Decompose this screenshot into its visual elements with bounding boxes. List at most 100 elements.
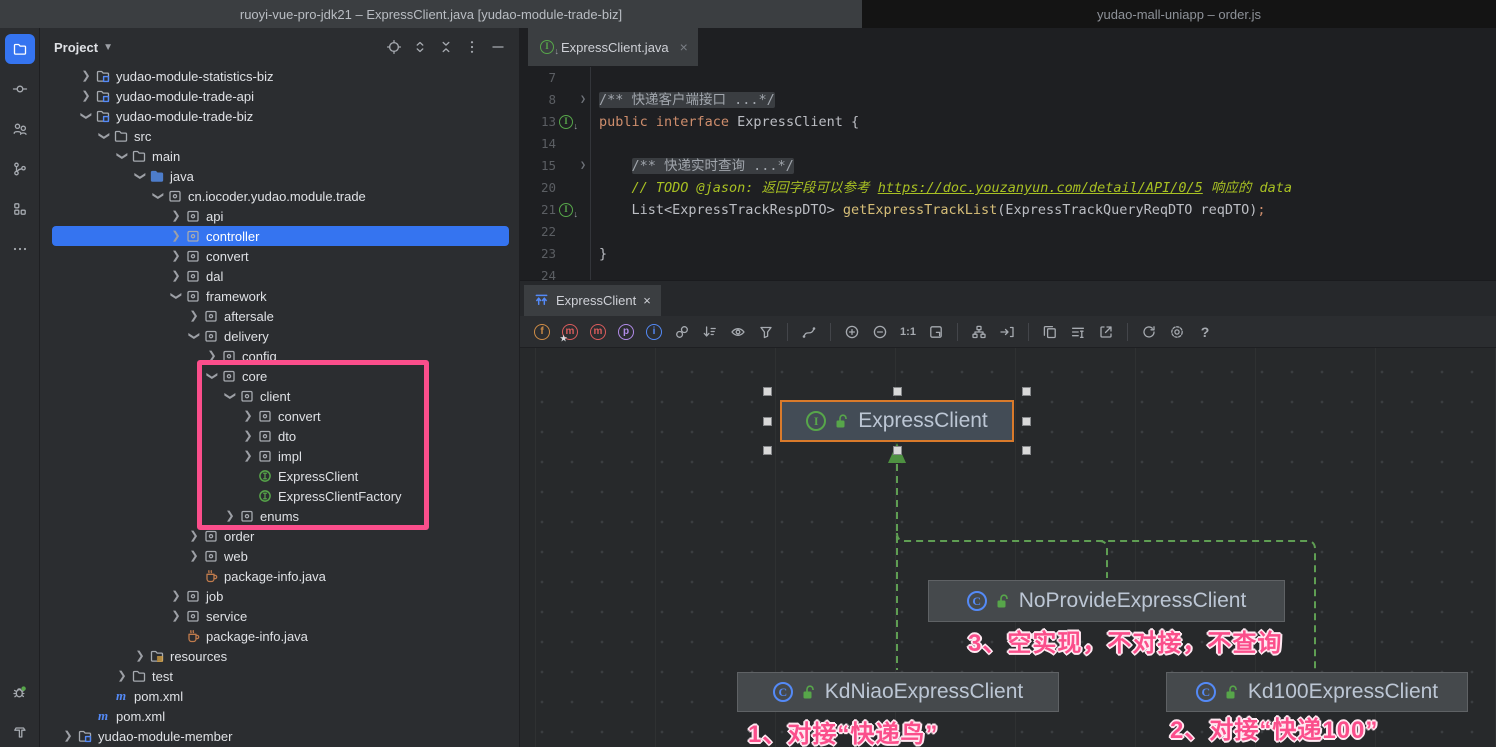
selection-handle[interactable] (893, 446, 902, 455)
chevron-collapsed-icon[interactable]: ❯ (240, 448, 256, 464)
chevron-collapsed-icon[interactable]: ❯ (204, 348, 220, 364)
chevron-collapsed-icon[interactable]: ❯ (132, 648, 148, 664)
collapse-all-icon[interactable] (435, 36, 457, 58)
commit-icon[interactable] (5, 74, 35, 104)
fields-toggle[interactable]: f (530, 320, 554, 344)
refresh-icon[interactable] (1137, 320, 1161, 344)
chevron-collapsed-icon[interactable]: ❯ (168, 208, 184, 224)
tree-item-yudao-module-member[interactable]: ❯yudao-module-member (40, 726, 519, 746)
visibility-icon[interactable] (726, 320, 750, 344)
tree-item-src[interactable]: ❯src (40, 126, 519, 146)
close-icon[interactable]: × (643, 293, 651, 308)
edge-creation-icon[interactable] (797, 320, 821, 344)
chevron-collapsed-icon[interactable]: ❯ (168, 268, 184, 284)
fit-content-icon[interactable] (924, 320, 948, 344)
chevron-collapsed-icon[interactable]: ❯ (240, 428, 256, 444)
tree-item-java[interactable]: ❯java (40, 166, 519, 186)
settings-icon[interactable] (1165, 320, 1189, 344)
dependencies-icon[interactable] (670, 320, 694, 344)
help-button[interactable]: ? (1193, 320, 1217, 344)
implemented-by-gutter-icon[interactable]: I (556, 199, 576, 221)
selection-handle[interactable] (1022, 417, 1031, 426)
project-panel-title[interactable]: Project (54, 40, 98, 55)
tree-item-delivery[interactable]: ❯delivery (40, 326, 519, 346)
close-icon[interactable]: × (680, 39, 688, 55)
tree-item-web[interactable]: ❯web (40, 546, 519, 566)
tree-item-convert[interactable]: ❯convert (40, 246, 519, 266)
chevron-collapsed-icon[interactable]: ❯ (114, 668, 130, 684)
tree-item-package-info-java[interactable]: package-info.java (40, 626, 519, 646)
chevron-collapsed-icon[interactable]: ❯ (186, 528, 202, 544)
methods-toggle[interactable]: m (586, 320, 610, 344)
chevron-expanded-icon[interactable]: ❯ (204, 368, 220, 384)
chevron-collapsed-icon[interactable]: ❯ (240, 408, 256, 424)
chevron-expanded-icon[interactable]: ❯ (114, 148, 130, 164)
tree-item-test[interactable]: ❯test (40, 666, 519, 686)
fold-chevron-icon[interactable]: ❯ (576, 89, 590, 111)
chevron-collapsed-icon[interactable]: ❯ (168, 608, 184, 624)
tree-item-framework[interactable]: ❯framework (40, 286, 519, 306)
selection-handle[interactable] (893, 387, 902, 396)
tree-item-main[interactable]: ❯main (40, 146, 519, 166)
constructors-toggle[interactable]: m★ (558, 320, 582, 344)
apply-layout-icon[interactable] (967, 320, 991, 344)
implemented-by-gutter-icon[interactable]: I (556, 111, 576, 133)
more-vertical-icon[interactable] (461, 36, 483, 58)
actual-size-button[interactable]: 1:1 (896, 320, 920, 344)
selection-handle[interactable] (763, 417, 772, 426)
chevron-collapsed-icon[interactable]: ❯ (78, 68, 94, 84)
git-branches-icon[interactable] (5, 154, 35, 184)
fold-chevron-icon[interactable]: ❯ (576, 155, 590, 177)
tree-item-api[interactable]: ❯api (40, 206, 519, 226)
filter-icon[interactable] (754, 320, 778, 344)
tree-item-yudao-module-trade-api[interactable]: ❯yudao-module-trade-api (40, 86, 519, 106)
more-icon[interactable] (5, 234, 35, 264)
tree-item-core[interactable]: ❯core (40, 366, 519, 386)
chevron-expanded-icon[interactable]: ❯ (78, 108, 94, 124)
structure-icon[interactable] (5, 194, 35, 224)
sort-icon[interactable] (698, 320, 722, 344)
tree-item-pom-xml[interactable]: mpom.xml (40, 706, 519, 726)
chevron-collapsed-icon[interactable]: ❯ (78, 88, 94, 104)
selection-handle[interactable] (1022, 387, 1031, 396)
tree-item-resources[interactable]: ❯resources (40, 646, 519, 666)
tree-item-expressclientfactory[interactable]: ExpressClientFactory (40, 486, 519, 506)
chevron-expanded-icon[interactable]: ❯ (222, 388, 238, 404)
tree-item-expressclient[interactable]: ExpressClient (40, 466, 519, 486)
chevron-expanded-icon[interactable]: ❯ (132, 168, 148, 184)
tree-item-impl[interactable]: ❯impl (40, 446, 519, 466)
build-hammer-icon[interactable] (5, 717, 35, 747)
tree-item-client[interactable]: ❯client (40, 386, 519, 406)
zoom-in-icon[interactable] (840, 320, 864, 344)
tree-item-package-info-java[interactable]: package-info.java (40, 566, 519, 586)
properties-toggle[interactable]: p (614, 320, 638, 344)
diagram-node-no-provide-express-client[interactable]: CNoProvideExpressClient (928, 580, 1285, 622)
project-folder-icon[interactable] (5, 34, 35, 64)
tree-item-service[interactable]: ❯service (40, 606, 519, 626)
tree-item-convert[interactable]: ❯convert (40, 406, 519, 426)
tree-item-yudao-module-statistics-biz[interactable]: ❯yudao-module-statistics-biz (40, 66, 519, 86)
tree-item-enums[interactable]: ❯enums (40, 506, 519, 526)
chevron-expanded-icon[interactable]: ❯ (150, 188, 166, 204)
selection-handle[interactable] (1022, 446, 1031, 455)
tree-item-controller[interactable]: ❯controller (40, 226, 519, 246)
diagram-node-kd100-express-client[interactable]: CKd100ExpressClient (1166, 672, 1468, 712)
selection-handle[interactable] (763, 446, 772, 455)
tree-item-dto[interactable]: ❯dto (40, 426, 519, 446)
edge-labels-icon[interactable] (1066, 320, 1090, 344)
tree-item-dal[interactable]: ❯dal (40, 266, 519, 286)
tree-item-config[interactable]: ❯config (40, 346, 519, 366)
chevron-collapsed-icon[interactable]: ❯ (222, 508, 238, 524)
chevron-collapsed-icon[interactable]: ❯ (186, 548, 202, 564)
inner-classes-toggle[interactable]: i (642, 320, 666, 344)
tree-item-order[interactable]: ❯order (40, 526, 519, 546)
route-edges-icon[interactable] (995, 320, 1019, 344)
tab-diagram-expressclient[interactable]: ExpressClient × (524, 285, 661, 316)
copy-diagram-icon[interactable] (1038, 320, 1062, 344)
chevron-expanded-icon[interactable]: ❯ (168, 288, 184, 304)
expand-icon[interactable] (409, 36, 431, 58)
tree-item-job[interactable]: ❯job (40, 586, 519, 606)
chevron-collapsed-icon[interactable]: ❯ (186, 308, 202, 324)
diagram-node-express-client[interactable]: IExpressClient (780, 400, 1014, 442)
zoom-out-icon[interactable] (868, 320, 892, 344)
